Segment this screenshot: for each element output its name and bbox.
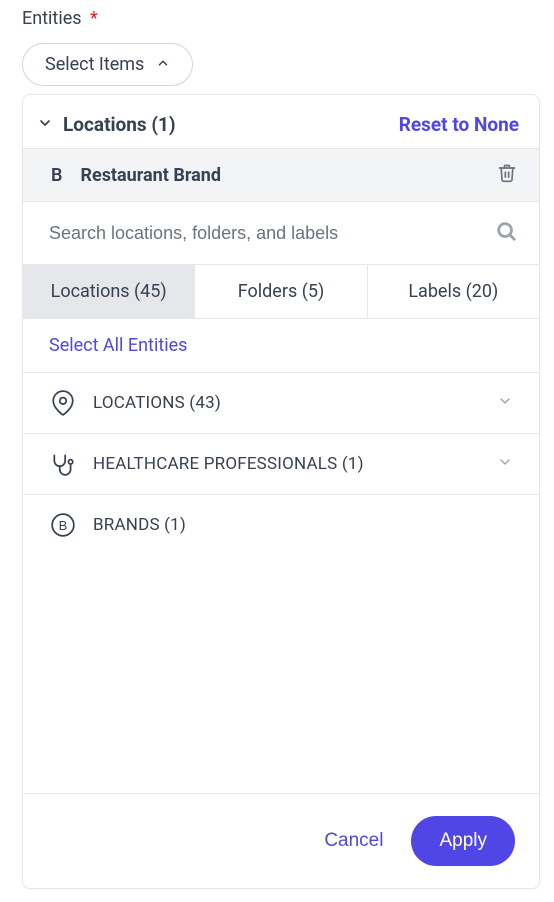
panel-header-left[interactable]: Locations (1)	[37, 113, 176, 136]
field-label: Entities *	[22, 8, 544, 29]
category-left: LOCATIONS (43)	[49, 389, 221, 417]
category-label: LOCATIONS (43)	[93, 393, 221, 413]
category-left: B BRANDS (1)	[49, 511, 186, 539]
spacer	[23, 555, 539, 793]
category-label: HEALTHCARE PROFESSIONALS (1)	[93, 454, 364, 474]
select-all-label: Select All Entities	[49, 335, 187, 356]
pin-icon	[49, 389, 77, 417]
select-items-trigger[interactable]: Select Items	[22, 43, 193, 86]
tab-label: Locations (45)	[51, 281, 167, 302]
tab-label: Labels (20)	[408, 281, 498, 302]
tab-label: Folders (5)	[238, 281, 325, 302]
brand-badge: B	[51, 165, 62, 186]
chevron-up-icon	[156, 54, 170, 75]
search-input[interactable]	[49, 223, 495, 244]
required-marker: *	[90, 8, 98, 29]
panel-footer: Cancel Apply	[23, 793, 539, 888]
chevron-down-icon	[497, 393, 513, 413]
selected-entity-row: B Restaurant Brand	[23, 148, 539, 202]
cancel-button[interactable]: Cancel	[316, 820, 391, 862]
category-brands[interactable]: B BRANDS (1)	[23, 494, 539, 555]
chevron-down-icon	[37, 115, 53, 135]
trash-icon[interactable]	[497, 163, 517, 187]
search-icon[interactable]	[495, 220, 517, 246]
select-all-entities-button[interactable]: Select All Entities	[23, 319, 539, 372]
reset-to-none-button[interactable]: Reset to None	[399, 113, 519, 136]
stethoscope-icon	[49, 450, 77, 478]
search-row	[23, 202, 539, 264]
category-locations[interactable]: LOCATIONS (43)	[23, 372, 539, 433]
category-left: HEALTHCARE PROFESSIONALS (1)	[49, 450, 364, 478]
panel-title: Locations (1)	[63, 113, 176, 136]
tabs: Locations (45) Folders (5) Labels (20)	[23, 264, 539, 319]
entity-picker-panel: Locations (1) Reset to None B Restaurant…	[22, 94, 540, 889]
brand-icon: B	[49, 511, 77, 539]
chevron-down-icon	[497, 454, 513, 474]
apply-button[interactable]: Apply	[411, 816, 515, 866]
field-label-text: Entities	[22, 8, 82, 29]
select-items-label: Select Items	[45, 54, 144, 75]
svg-text:B: B	[59, 518, 68, 533]
category-healthcare[interactable]: HEALTHCARE PROFESSIONALS (1)	[23, 433, 539, 494]
selected-entity-left: B Restaurant Brand	[51, 165, 221, 186]
panel-header: Locations (1) Reset to None	[23, 95, 539, 148]
category-label: BRANDS (1)	[93, 515, 186, 535]
tab-locations[interactable]: Locations (45)	[23, 265, 195, 318]
tab-folders[interactable]: Folders (5)	[195, 265, 367, 318]
selected-entity-name: Restaurant Brand	[80, 165, 221, 186]
tab-labels[interactable]: Labels (20)	[368, 265, 539, 318]
